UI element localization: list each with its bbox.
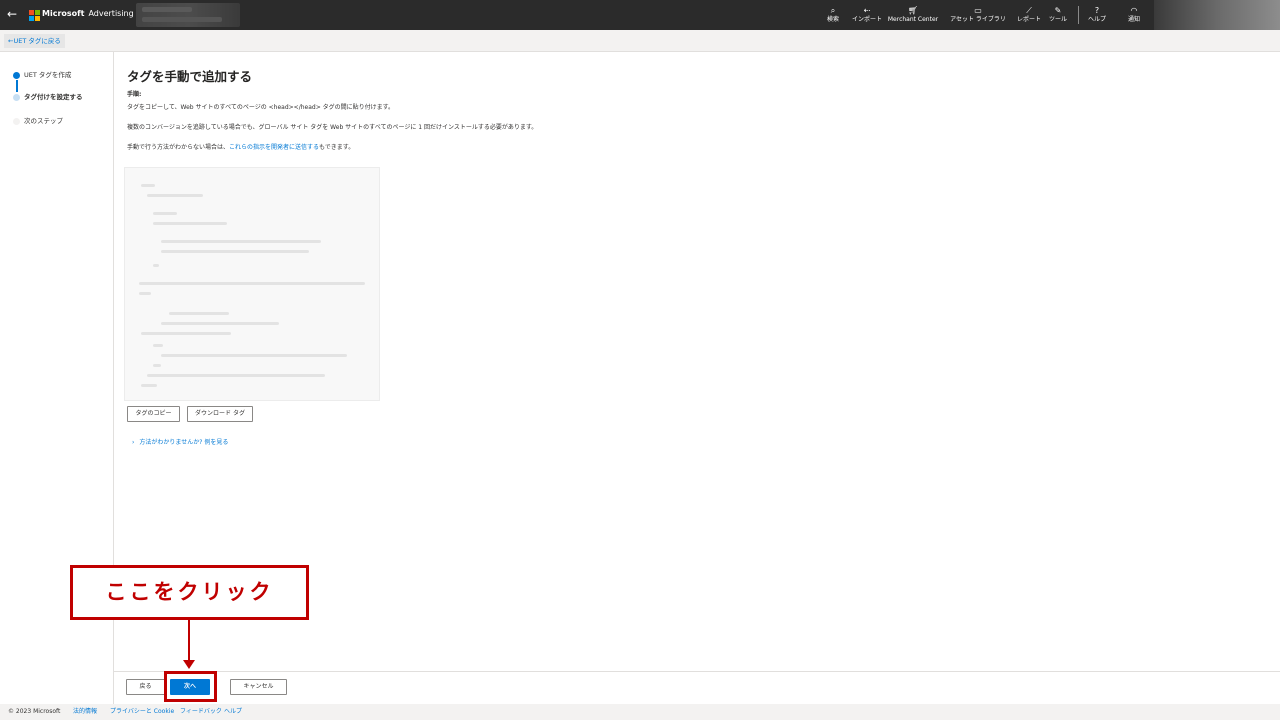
microsoft-logo-icon xyxy=(29,10,40,21)
code-line xyxy=(139,282,365,285)
footer: © 2023 Microsoft 法的情報 プライバシーと Cookie フィー… xyxy=(0,704,1280,720)
footer-link-legal[interactable]: 法的情報 xyxy=(73,704,97,720)
annotation-arrow xyxy=(188,620,190,662)
code-line xyxy=(153,264,159,267)
cart-icon: 🛒︎ xyxy=(907,6,919,15)
code-line xyxy=(141,184,155,187)
search-icon: ⌕ xyxy=(830,6,836,15)
code-line xyxy=(141,384,157,387)
back-to-uet-link[interactable]: ←UET タグに戻る xyxy=(4,34,65,48)
bell-icon: ◠ xyxy=(1130,6,1138,15)
asset-library-icon: ▭ xyxy=(974,6,982,15)
code-line xyxy=(169,312,229,315)
import-icon: ⇠ xyxy=(863,6,871,15)
download-tag-button[interactable]: ダウンロード タグ xyxy=(187,406,253,422)
example-expander[interactable]: › 方法がわかりませんか? 例を見る xyxy=(132,438,228,448)
instruction-line-3: 手動で行う方法がわからない場合は、これらの指示を開発者に送信するもできます。 xyxy=(127,144,355,151)
code-line xyxy=(147,374,325,377)
code-line xyxy=(153,344,163,347)
nav-tools[interactable]: ✎ ツール xyxy=(1046,6,1070,28)
nav-asset-library[interactable]: ▭ アセット ライブラリ xyxy=(944,6,1012,28)
page-title: タグを手動で追加する xyxy=(127,69,253,84)
nav-import[interactable]: ⇠ インポート xyxy=(848,6,886,28)
footer-link-privacy[interactable]: プライバシーと Cookie xyxy=(110,704,174,720)
code-line xyxy=(141,332,231,335)
nav-help[interactable]: ? ヘルプ xyxy=(1086,6,1108,28)
annotation-arrow-head xyxy=(183,660,195,669)
steps-heading: 手順: xyxy=(127,91,142,98)
reports-icon: ⟋ xyxy=(1026,6,1032,15)
cancel-button[interactable]: キャンセル xyxy=(230,679,287,695)
code-line xyxy=(153,212,177,215)
back-link-bar xyxy=(0,30,1280,52)
annotation-highlight-box xyxy=(164,671,217,702)
code-line xyxy=(147,194,203,197)
brand-name[interactable]: Microsoft Advertising xyxy=(42,9,134,18)
copyright: © 2023 Microsoft xyxy=(8,708,61,715)
footer-link-feedback[interactable]: フィードバック xyxy=(180,704,222,720)
nav-merchant-center[interactable]: 🛒︎ Merchant Center xyxy=(886,6,940,28)
code-line xyxy=(153,364,161,367)
footer-link-help[interactable]: ヘルプ xyxy=(224,704,242,720)
current-step-icon xyxy=(13,94,20,101)
nav-search[interactable]: ⌕ 検索 xyxy=(824,6,842,28)
step-progress-line xyxy=(16,80,18,92)
help-icon: ? xyxy=(1094,6,1100,15)
nav-separator xyxy=(1078,6,1079,24)
chevron-right-icon: › xyxy=(132,439,135,446)
back-arrow-icon[interactable]: ← xyxy=(7,7,17,21)
code-line xyxy=(139,292,151,295)
copy-tag-button[interactable]: タグのコピー xyxy=(127,406,180,422)
tools-icon: ✎ xyxy=(1054,6,1062,15)
instruction-line-1: タグをコピーして、Web サイトのすべてのページの <head></head> … xyxy=(127,104,395,111)
top-bar: ← Microsoft Advertising ⌕ 検索 ⇠ インポート 🛒︎ M… xyxy=(0,0,1280,30)
code-line xyxy=(161,322,279,325)
code-line xyxy=(153,222,227,225)
tag-code-box[interactable] xyxy=(124,167,380,401)
account-selector[interactable] xyxy=(136,3,240,27)
action-bar xyxy=(114,671,1280,704)
code-line xyxy=(161,250,309,253)
check-circle-icon xyxy=(13,72,20,79)
instruction-line-2: 複数のコンバージョンを追跡している場合でも、グローバル サイト タグを Web … xyxy=(127,124,538,131)
nav-reports[interactable]: ⟋ レポート xyxy=(1017,6,1041,28)
nav-notifications[interactable]: ◠ 通知 xyxy=(1124,6,1144,28)
send-to-developer-link[interactable]: これらの指示を開発者に送信する xyxy=(229,144,319,151)
profile-menu[interactable] xyxy=(1154,0,1280,30)
annotation-callout: ここをクリック xyxy=(70,565,309,620)
back-button[interactable]: 戻る xyxy=(126,679,165,695)
code-line xyxy=(161,240,321,243)
code-line xyxy=(161,354,347,357)
pending-step-icon xyxy=(13,118,20,125)
